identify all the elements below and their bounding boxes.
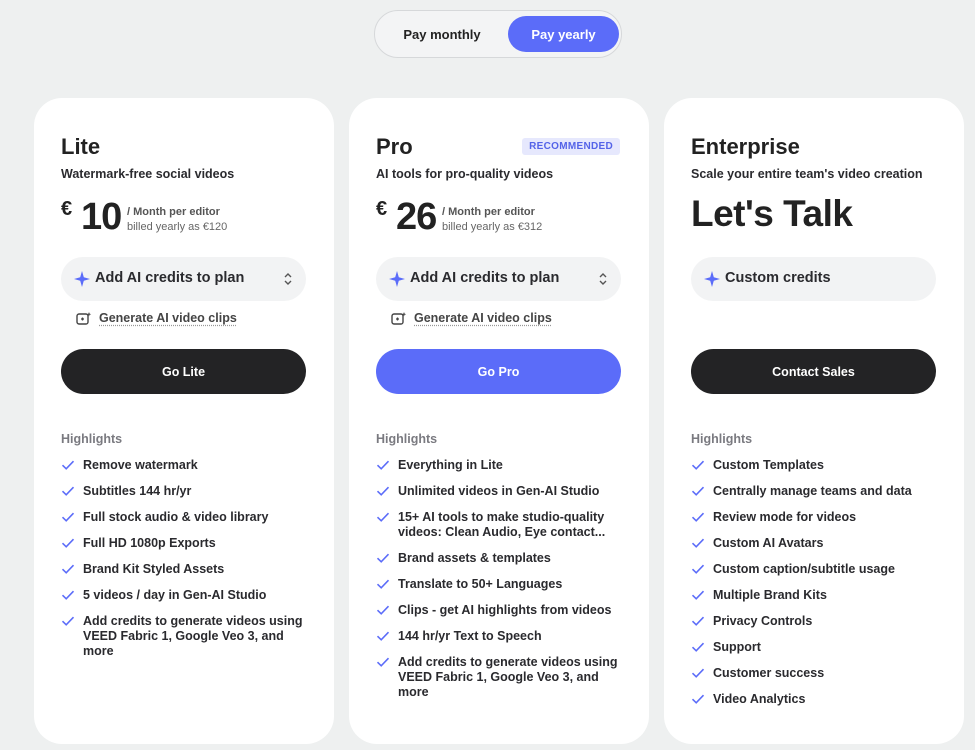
- check-icon: [691, 486, 705, 496]
- feature-text: Support: [713, 640, 761, 654]
- highlights-title: Highlights: [691, 432, 753, 446]
- price-period: / Month per editor billed yearly as €312: [442, 205, 542, 235]
- lets-talk-headline: Let's Talk: [691, 193, 853, 234]
- price-amount: 10: [81, 196, 122, 238]
- check-icon: [376, 553, 390, 563]
- check-icon: [691, 512, 705, 522]
- pay-yearly-button[interactable]: Pay yearly: [508, 16, 619, 52]
- add-credits-label: Add AI credits to plan: [95, 270, 245, 286]
- check-icon: [61, 486, 75, 496]
- check-icon: [376, 605, 390, 615]
- price-per-label: / Month per editor: [127, 206, 220, 218]
- feature-text: Multiple Brand Kits: [713, 588, 827, 602]
- feature-text: 144 hr/yr Text to Speech: [398, 629, 542, 643]
- feature-text: Brand assets & templates: [398, 551, 551, 565]
- feature-text: Clips - get AI highlights from videos: [398, 603, 612, 617]
- check-icon: [376, 486, 390, 496]
- feature-text: Privacy Controls: [713, 614, 813, 628]
- plan-card-enterprise: Enterprise Scale your entire team's vide…: [664, 98, 964, 744]
- feature-text: Brand Kit Styled Assets: [83, 562, 225, 576]
- plan-tagline: AI tools for pro-quality videos: [376, 167, 554, 181]
- custom-credits-pill: Custom credits: [691, 257, 936, 301]
- feature-text: Add credits to generate videos using VEE…: [83, 614, 303, 658]
- check-icon: [376, 460, 390, 470]
- chevron-updown-icon: [599, 273, 607, 285]
- billed-yearly-label: billed yearly as €312: [442, 221, 543, 233]
- sparkle-icon: [74, 271, 90, 287]
- currency-symbol: €: [61, 198, 73, 220]
- sparkle-icon: [389, 271, 405, 287]
- pay-monthly-button[interactable]: Pay monthly: [381, 16, 503, 52]
- check-icon: [691, 616, 705, 626]
- price-period: / Month per editor billed yearly as €120: [127, 205, 227, 235]
- check-icon: [376, 657, 390, 667]
- feature-text: Customer success: [713, 666, 825, 680]
- check-icon: [376, 579, 390, 589]
- feature-text: Custom Templates: [713, 458, 824, 472]
- price-per-label: / Month per editor: [442, 206, 535, 218]
- check-icon: [61, 616, 75, 626]
- plan-card-lite: Lite Watermark-free social videos € 10 /…: [34, 98, 334, 744]
- plan-name: Lite: [61, 134, 101, 159]
- feature-text: Full HD 1080p Exports: [83, 536, 216, 550]
- check-icon: [61, 538, 75, 548]
- feature-text: Unlimited videos in Gen-AI Studio: [398, 484, 600, 498]
- plan-tagline: Scale your entire team's video creation: [691, 167, 923, 181]
- go-pro-button[interactable]: Go Pro: [376, 349, 621, 394]
- recommended-badge: RECOMMENDED: [522, 138, 620, 155]
- check-icon: [691, 538, 705, 548]
- plan-name: Pro: [376, 134, 413, 159]
- plan-name: Enterprise: [691, 134, 800, 159]
- feature-text: Custom caption/subtitle usage: [713, 562, 895, 576]
- check-icon: [691, 460, 705, 470]
- video-plus-icon: [391, 312, 407, 325]
- feature-text: Full stock audio & video library: [83, 510, 269, 524]
- contact-sales-button[interactable]: Contact Sales: [691, 349, 936, 394]
- custom-credits-label: Custom credits: [725, 270, 831, 286]
- feature-text: Subtitles 144 hr/yr: [83, 484, 192, 498]
- price-amount: 26: [396, 196, 437, 238]
- feature-text: Add credits to generate videos using VEE…: [398, 655, 618, 699]
- billing-toggle: Pay monthly Pay yearly: [374, 10, 622, 58]
- feature-text: Review mode for videos: [713, 510, 857, 524]
- feature-text: Centrally manage teams and data: [713, 484, 912, 498]
- check-icon: [61, 460, 75, 470]
- chevron-updown-icon: [284, 273, 292, 285]
- feature-text: Remove watermark: [83, 458, 198, 472]
- plan-card-pro: Pro RECOMMENDED AI tools for pro-quality…: [349, 98, 649, 744]
- generate-ai-clips-label: Generate AI video clips: [99, 311, 237, 325]
- check-icon: [691, 642, 705, 652]
- add-credits-select[interactable]: Add AI credits to plan: [61, 257, 306, 301]
- generate-ai-clips-label: Generate AI video clips: [414, 311, 552, 325]
- check-icon: [61, 512, 75, 522]
- highlights-title: Highlights: [61, 432, 123, 446]
- sparkle-icon: [704, 271, 720, 287]
- check-icon: [691, 668, 705, 678]
- check-icon: [691, 694, 705, 704]
- feature-text: 5 videos / day in Gen-AI Studio: [83, 588, 267, 602]
- video-plus-icon: [76, 312, 92, 325]
- check-icon: [61, 590, 75, 600]
- check-icon: [376, 512, 390, 522]
- highlights-title: Highlights: [376, 432, 438, 446]
- plan-tagline: Watermark-free social videos: [61, 167, 235, 181]
- check-icon: [691, 590, 705, 600]
- currency-symbol: €: [376, 198, 388, 220]
- go-lite-button[interactable]: Go Lite: [61, 349, 306, 394]
- add-credits-select[interactable]: Add AI credits to plan: [376, 257, 621, 301]
- feature-text: Video Analytics: [713, 692, 806, 706]
- feature-text: Translate to 50+ Languages: [398, 577, 563, 591]
- check-icon: [691, 564, 705, 574]
- feature-text: Everything in Lite: [398, 458, 503, 472]
- check-icon: [61, 564, 75, 574]
- feature-text: Custom AI Avatars: [713, 536, 824, 550]
- add-credits-label: Add AI credits to plan: [410, 270, 560, 286]
- feature-text: 15+ AI tools to make studio-quality vide…: [398, 510, 606, 539]
- check-icon: [376, 631, 390, 641]
- billed-yearly-label: billed yearly as €120: [127, 221, 228, 233]
